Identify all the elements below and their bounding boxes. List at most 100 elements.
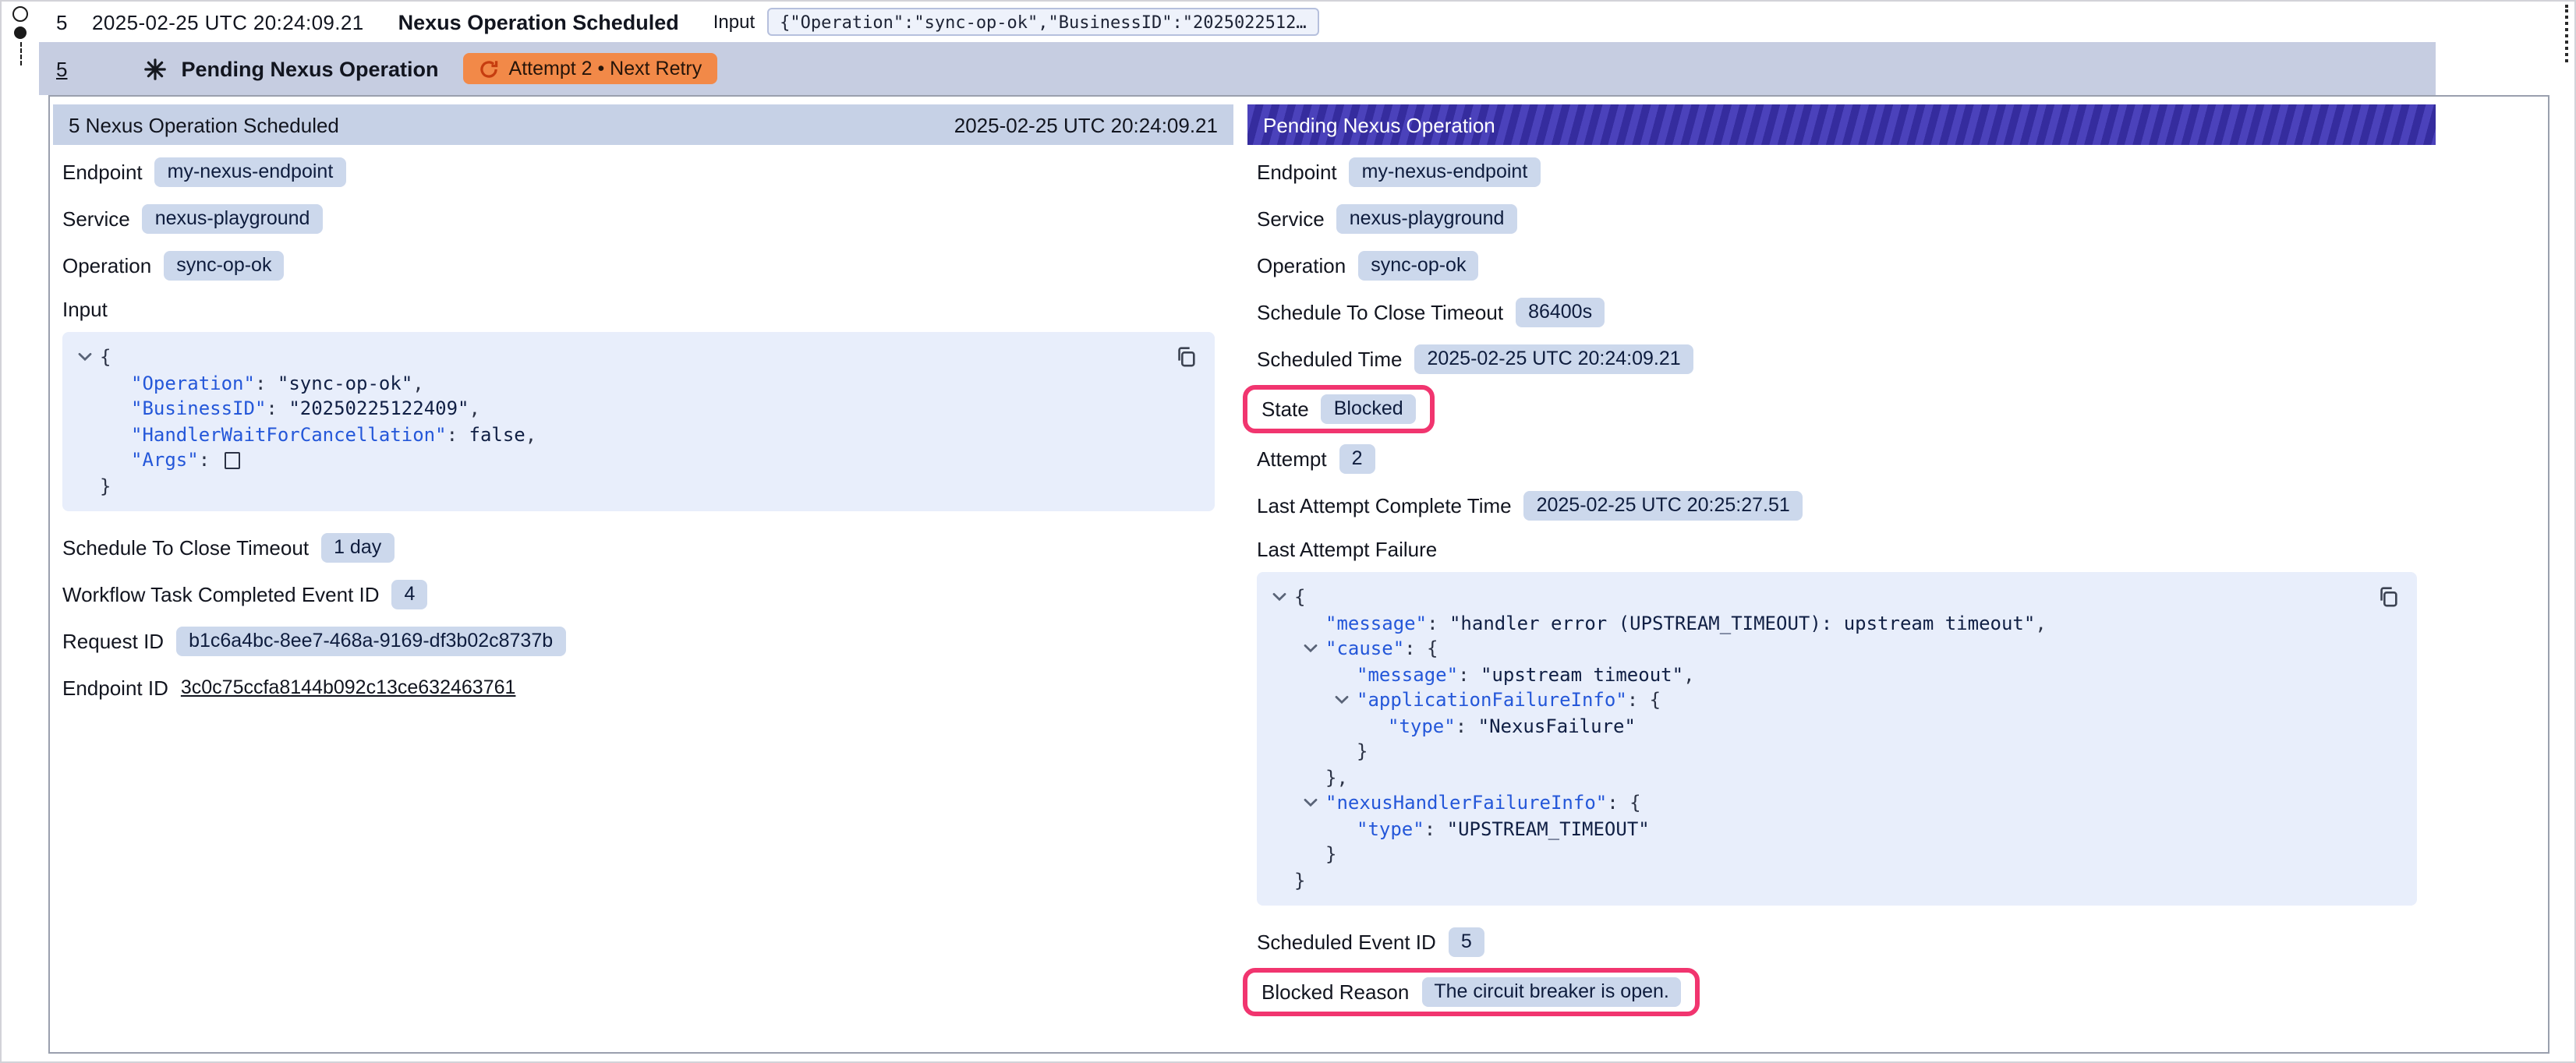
json-line: "Operation": "sync-op-ok",	[75, 370, 1199, 396]
json-token: "cause"	[1325, 636, 1404, 662]
field-row-endpoint-id: Endpoint ID3c0c75ccfa8144b092c13ce632463…	[62, 664, 1215, 711]
json-token: "type"	[1388, 713, 1456, 739]
json-token: "20250225122409"	[288, 396, 469, 422]
field-label: Last Attempt Complete Time	[1257, 493, 1512, 517]
pending-event-id-link[interactable]: 5	[56, 57, 67, 80]
scheduled-event-panel-header: 5 Nexus Operation Scheduled 2025-02-25 U…	[53, 104, 1233, 145]
json-token: },	[1325, 765, 1348, 790]
field-label: Endpoint	[62, 160, 143, 183]
event-history-detail-view: 5 2025-02-25 UTC 20:24:09.21 Nexus Opera…	[0, 0, 2576, 1063]
json-token: ,	[1683, 662, 1694, 687]
json-line: "message": "upstream timeout",	[1269, 662, 2401, 687]
json-line: },	[1269, 765, 2401, 790]
json-token: "Operation"	[131, 370, 255, 396]
field-value-badge: nexus-playground	[1337, 203, 1517, 233]
field-value-badge: sync-op-ok	[164, 250, 284, 280]
json-token: : {	[1627, 687, 1661, 713]
json-token: {	[100, 344, 111, 370]
copy-icon[interactable]	[2376, 584, 2401, 609]
field-label: Blocked Reason	[1261, 980, 1409, 1003]
field-value-badge: 1 day	[321, 532, 394, 562]
field-label: Request ID	[62, 629, 164, 652]
field-value-badge: 5	[1449, 927, 1484, 956]
json-line: "HandlerWaitForCancellation": false,	[75, 422, 1199, 447]
json-token: }	[1357, 739, 1368, 765]
collapse-caret-icon[interactable]	[1304, 645, 1325, 654]
field-label: Attempt	[1257, 447, 1327, 470]
field-value-badge: 2	[1339, 443, 1375, 473]
json-line: }	[1269, 842, 2401, 867]
attempt-retry-label: Attempt 2 • Next Retry	[509, 58, 702, 79]
json-line: "nexusHandlerFailureInfo": {	[1269, 790, 2401, 816]
collapse-caret-icon[interactable]	[78, 353, 100, 362]
field-value-link[interactable]: 3c0c75ccfa8144b092c13ce632463761	[181, 676, 516, 698]
json-token: }	[1325, 842, 1336, 867]
event-detail-container: 5 Nexus Operation Scheduled 2025-02-25 U…	[48, 95, 2549, 1054]
json-token: {	[1294, 584, 1305, 610]
json-token: :	[266, 396, 288, 422]
field-value-badge: my-nexus-endpoint	[1350, 157, 1541, 186]
field-value-badge: b1c6a4bc-8ee7-468a-9169-df3b02c8737b	[176, 626, 565, 655]
json-token: "upstream timeout"	[1481, 662, 1683, 687]
copy-icon[interactable]	[1174, 344, 1199, 369]
json-token: "applicationFailureInfo"	[1357, 687, 1627, 713]
json-token: ,	[412, 370, 423, 396]
collapse-caret-icon[interactable]	[1304, 799, 1325, 808]
json-token: ,	[2035, 610, 2046, 636]
field-label: Operation	[62, 253, 151, 277]
field-label: Last Attempt Failure	[1257, 537, 1437, 560]
field-row-service: Servicenexus-playground	[1257, 195, 2417, 242]
json-token: :	[1424, 816, 1447, 842]
json-token: "NexusFailure"	[1478, 713, 1636, 739]
field-row-attempt: Attempt 2	[1257, 435, 2417, 482]
scheduled-event-panel: 5 Nexus Operation Scheduled 2025-02-25 U…	[53, 104, 1233, 711]
field-row-request-id: Request ID b1c6a4bc-8ee7-468a-9169-df3b02…	[62, 617, 1215, 664]
collapse-caret-icon[interactable]	[1272, 593, 1294, 602]
json-token: "type"	[1357, 816, 1424, 842]
pending-panel-title: Pending Nexus Operation	[1263, 113, 1495, 136]
json-line: "BusinessID": "20250225122409",	[75, 396, 1199, 422]
json-token: :	[1456, 713, 1478, 739]
collapse-caret-icon[interactable]	[1335, 696, 1357, 705]
attempt-retry-badge: Attempt 2 • Next Retry	[464, 53, 718, 84]
field-value-badge: The circuit breaker is open.	[1421, 976, 1682, 1006]
event-summary-row[interactable]: 5 2025-02-25 UTC 20:24:09.21 Nexus Opera…	[39, 2, 2465, 42]
pending-operation-panel-body: Endpoint my-nexus-endpoint Servicenexus-pl…	[1247, 145, 2436, 1018]
pending-operation-row[interactable]: 5 Pending Nexus Operation Attempt 2 • Ne…	[39, 42, 2436, 95]
json-line: }	[75, 473, 1199, 499]
field-row-operation: Operation sync-op-ok	[62, 242, 1215, 288]
json-token: "message"	[1357, 662, 1458, 687]
field-value-badge: 2025-02-25 UTC 20:24:09.21	[1414, 344, 1693, 373]
json-token: "HandlerWaitForCancellation"	[131, 422, 447, 447]
event-id: 5	[56, 10, 70, 34]
empty-array-icon	[225, 452, 240, 469]
json-token: ,	[469, 396, 480, 422]
json-token: ,	[525, 422, 536, 447]
json-token: : {	[1607, 790, 1640, 816]
json-token: :	[255, 370, 278, 396]
field-row-state: StateBlocked	[1257, 382, 2417, 435]
field-row-endpoint: Endpointmy-nexus-endpoint	[62, 148, 1215, 195]
json-line: "type": "NexusFailure"	[1269, 713, 2401, 739]
scheduled-panel-timestamp: 2025-02-25 UTC 20:24:09.21	[954, 113, 1218, 136]
field-label: Schedule To Close Timeout	[62, 535, 309, 559]
vertical-scrollbar-thumb[interactable]	[2565, 5, 2568, 62]
field-label: Scheduled Time	[1257, 347, 1402, 370]
annotation-highlight: StateBlocked	[1243, 384, 1435, 433]
retry-icon	[479, 58, 500, 79]
scheduled-panel-title: 5 Nexus Operation Scheduled	[69, 113, 339, 136]
pending-operation-title: Pending Nexus Operation	[181, 57, 438, 80]
json-token: "handler error (UPSTREAM_TIMEOUT): upstr…	[1449, 610, 2035, 636]
field-row-scheduled-time: Scheduled Time 2025-02-25 UTC 20:24:09.21	[1257, 335, 2417, 382]
json-token: }	[1294, 867, 1305, 893]
field-label-row-last-attempt-failure: Last Attempt Failure	[1257, 528, 2417, 569]
timeline-dot-icon	[14, 26, 27, 39]
json-token: "UPSTREAM_TIMEOUT"	[1447, 816, 1650, 842]
field-value-badge: sync-op-ok	[1358, 250, 1478, 280]
field-label: Endpoint	[1257, 160, 1337, 183]
json-token: : {	[1404, 636, 1438, 662]
annotation-highlight: Blocked Reason The circuit breaker is ope…	[1243, 967, 1700, 1015]
event-input-preview-chip: {"Operation":"sync-op-ok","BusinessID":"…	[767, 8, 1319, 36]
field-row-schedule-to-close-timeout: Schedule To Close Timeout86400s	[1257, 288, 2417, 335]
field-row-scheduled-event-id: Scheduled Event ID5	[1257, 918, 2417, 965]
